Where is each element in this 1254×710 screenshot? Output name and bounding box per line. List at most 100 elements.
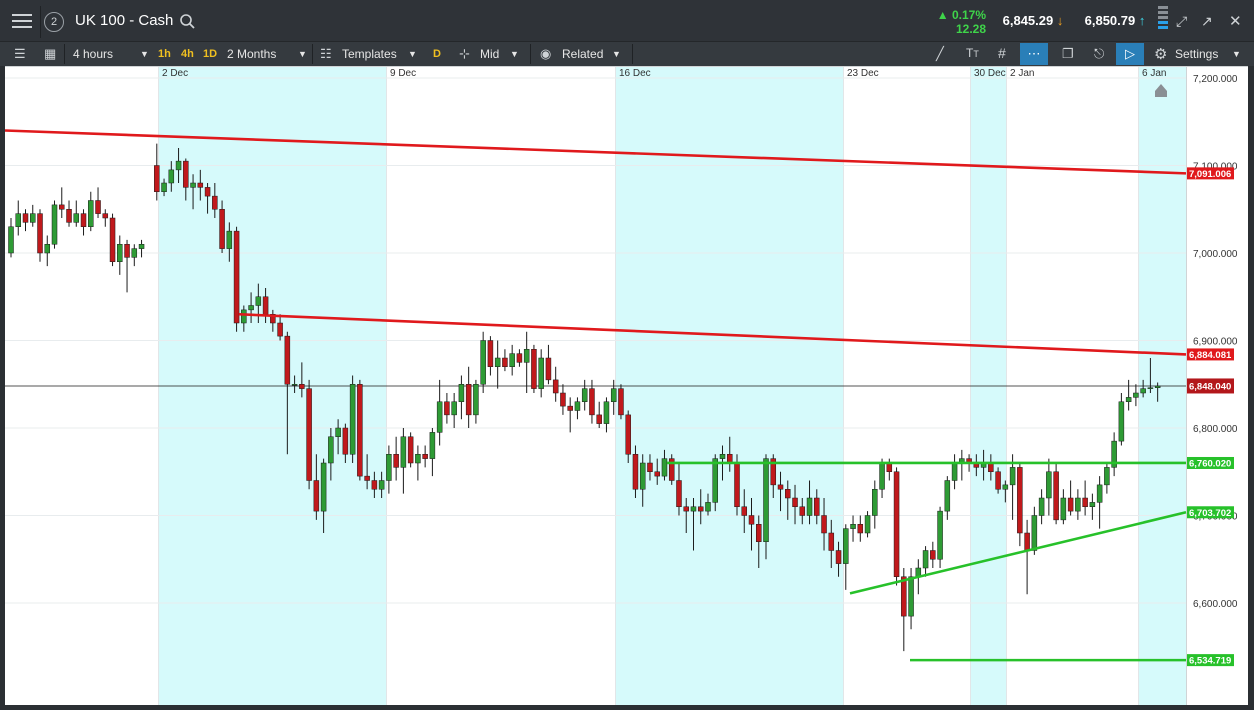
candle-body xyxy=(545,357,552,381)
candle-body xyxy=(386,454,392,481)
x-tick-label: 9 Dec xyxy=(390,68,416,79)
candle-body xyxy=(1038,497,1045,516)
candle-body xyxy=(1089,502,1096,507)
candle-body xyxy=(785,489,791,499)
candle-body xyxy=(342,427,349,455)
hamburger-menu-icon[interactable] xyxy=(12,12,32,30)
tag-icon[interactable]: ▷ xyxy=(1116,43,1144,65)
grid-layout-icon[interactable]: ▦ xyxy=(44,46,56,62)
search-icon[interactable] xyxy=(180,14,195,29)
candle-body xyxy=(168,169,175,184)
candle-body xyxy=(487,340,494,367)
text-tool-icon[interactable]: TT xyxy=(966,46,979,60)
templates-button[interactable]: Templates xyxy=(342,42,397,66)
crosshair-grid-icon[interactable]: # xyxy=(998,45,1006,61)
y-tick-label: 7,200.000 xyxy=(1193,74,1238,85)
candle-body xyxy=(109,217,116,262)
candle-body xyxy=(843,528,849,564)
candle-body xyxy=(589,388,595,416)
candlestick-type-icon[interactable]: ⋯ xyxy=(1020,43,1048,65)
buy-price: 6,850.79 xyxy=(1084,13,1136,28)
chevron-down-icon[interactable]: ▼ xyxy=(298,42,307,66)
candle-body xyxy=(676,480,682,507)
candle-body xyxy=(1017,467,1023,534)
candle-body xyxy=(328,436,334,464)
candle-body xyxy=(73,213,80,223)
daily-button[interactable]: D xyxy=(433,42,441,66)
layers-icon[interactable]: ❐ xyxy=(1062,46,1074,62)
chevron-down-icon[interactable]: ▼ xyxy=(612,42,621,66)
current-price-tag: 6,848.040 xyxy=(1189,381,1231,392)
candle-body xyxy=(922,550,929,569)
candlestick-chart[interactable]: 2 Dec 9 Dec 16 Dec 23 Dec 30 Dec 2 Jan 6 Jan 7,… xyxy=(4,66,1248,705)
buy-price-button[interactable]: 6,850.79 ↑ xyxy=(1075,4,1155,38)
change-points: 12.28 xyxy=(955,22,986,36)
related-button[interactable]: Related xyxy=(562,42,603,66)
candle-body xyxy=(30,213,36,223)
eye-icon[interactable]: ◉ xyxy=(540,46,551,62)
candle-body xyxy=(748,515,755,525)
candle-body xyxy=(1024,532,1030,551)
candle-body xyxy=(930,550,936,560)
candle-body xyxy=(523,349,530,363)
quick-interval-4h[interactable]: 4h xyxy=(181,42,194,66)
quick-interval-1h[interactable]: 1h xyxy=(158,42,171,66)
candle-body xyxy=(835,550,842,564)
chevron-down-icon[interactable]: ▼ xyxy=(1232,42,1241,66)
candle-body xyxy=(124,244,130,258)
candle-body xyxy=(335,427,341,437)
candle-body xyxy=(161,182,167,192)
candle-body xyxy=(552,379,559,394)
candle-body xyxy=(567,405,573,411)
candle-body xyxy=(908,576,914,617)
candle-body xyxy=(886,462,893,472)
range-select[interactable]: 2 Months xyxy=(227,42,276,66)
candle-body xyxy=(1046,471,1052,499)
candle-body xyxy=(451,401,457,416)
candle-body xyxy=(364,475,370,481)
indicator-icon[interactable]: ⎋ xyxy=(1094,46,1104,62)
up-arrow-icon: ▲ xyxy=(936,8,949,22)
candle-body xyxy=(255,296,262,306)
list-icon[interactable]: ☰ xyxy=(14,46,26,62)
draw-line-icon[interactable]: ╱ xyxy=(936,46,944,62)
settings-button[interactable]: Settings xyxy=(1175,42,1218,66)
quick-interval-1d[interactable]: 1D xyxy=(203,42,217,66)
candle-body xyxy=(313,480,320,512)
candle-body xyxy=(864,515,871,534)
templates-icon[interactable]: ☷ xyxy=(320,46,332,62)
candle-body xyxy=(763,458,769,542)
gear-icon[interactable]: ⚙ xyxy=(1154,45,1167,63)
candle-body xyxy=(560,392,566,407)
candle-body xyxy=(596,414,602,424)
candle-body xyxy=(66,209,72,223)
candle-body xyxy=(262,296,269,315)
popout-icon[interactable]: ↗ xyxy=(1201,13,1213,30)
price-type-icon[interactable]: ⊹ xyxy=(459,46,470,62)
chevron-down-icon[interactable]: ▼ xyxy=(408,42,417,66)
candle-body xyxy=(1096,484,1103,503)
chart-area[interactable]: 2 Dec 9 Dec 16 Dec 23 Dec 30 Dec 2 Jan 6 Jan 7,… xyxy=(4,66,1248,705)
close-icon[interactable]: ✕ xyxy=(1229,12,1242,30)
candle-body xyxy=(502,357,508,367)
signal-bars-icon xyxy=(1158,6,1168,36)
layout-number-badge[interactable]: 2 xyxy=(44,12,64,32)
sell-price-button[interactable]: 6,845.29 ↓ xyxy=(993,4,1073,38)
candle-body xyxy=(233,230,240,324)
interval-select[interactable]: 4 hours xyxy=(73,42,113,66)
candle-body xyxy=(1002,484,1009,490)
candle-body xyxy=(937,510,943,560)
candle-body xyxy=(821,515,827,534)
price-type-select[interactable]: Mid xyxy=(480,42,499,66)
candle-body xyxy=(1118,401,1125,442)
chevron-down-icon[interactable]: ▼ xyxy=(510,42,519,66)
candle-body xyxy=(480,340,486,385)
candle-body xyxy=(299,384,305,389)
instrument-title[interactable]: UK 100 - Cash xyxy=(75,12,173,29)
chevron-down-icon[interactable]: ▼ xyxy=(140,42,149,66)
expand-icon[interactable]: ⤢ xyxy=(1176,13,1187,30)
week-shade-band xyxy=(1138,66,1186,705)
candle-body xyxy=(436,401,443,433)
candle-body xyxy=(719,454,726,459)
candle-body xyxy=(625,414,631,455)
